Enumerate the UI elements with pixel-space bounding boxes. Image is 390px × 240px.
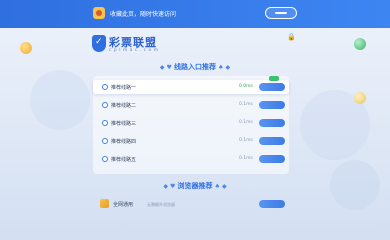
radio-icon[interactable]: [102, 120, 108, 126]
line-latency: 0.1ms: [239, 138, 253, 143]
shield-logo-icon: [92, 35, 106, 52]
radio-icon[interactable]: [102, 138, 108, 144]
radio-icon[interactable]: [102, 102, 108, 108]
enter-button[interactable]: [259, 137, 285, 145]
close-button[interactable]: [265, 7, 297, 19]
enter-button[interactable]: [259, 119, 285, 127]
radio-icon[interactable]: [102, 156, 108, 162]
logo-domain: c p l m a c . c o m: [109, 48, 159, 53]
decor-ball-icon: [20, 42, 32, 54]
app-icon: [93, 7, 105, 19]
decor-ball-icon: [354, 38, 366, 50]
line-latency: 0.1ms: [239, 120, 253, 125]
enter-button[interactable]: [259, 83, 285, 91]
browser-desc: 无需额外浏览器: [147, 201, 175, 207]
decor-ball-icon: [354, 92, 366, 104]
line-label: 推荐线路五: [111, 157, 137, 163]
site-logo: 彩票联盟 c p l m a c . c o m: [92, 33, 164, 57]
enter-button[interactable]: [259, 101, 285, 109]
line-latency: 0.0ms: [239, 84, 253, 89]
enter-button[interactable]: [259, 155, 285, 163]
radio-icon[interactable]: [102, 84, 108, 90]
browser-row[interactable]: 全网通用 无需额外浏览器: [93, 197, 289, 211]
line-label: 推荐线路二: [111, 103, 137, 109]
line-row-2[interactable]: 推荐线路二 0.1ms: [93, 98, 289, 112]
download-button[interactable]: [259, 200, 285, 208]
browser-icon: [100, 199, 109, 208]
bg-blob: [30, 70, 90, 130]
browser-section-title: ◆ ♥ 浏览器推荐 ♠ ◆: [163, 182, 227, 190]
line-row-4[interactable]: 推荐线路四 0.1ms: [93, 134, 289, 148]
bookmark-tip: 收藏此页，随时快速访问: [110, 11, 177, 18]
line-label: 推荐线路三: [111, 121, 137, 127]
line-latency: 0.1ms: [239, 156, 253, 161]
top-bar: 收藏此页，随时快速访问: [0, 0, 390, 28]
line-row-5[interactable]: 推荐线路五 0.1ms: [93, 152, 289, 166]
lock-icon: 🔒: [287, 33, 296, 41]
recommend-badge: [269, 76, 279, 81]
browser-name: 全网通用: [113, 202, 134, 208]
line-label: 推荐线路四: [111, 139, 137, 145]
line-row-1[interactable]: 推荐线路一 0.0ms: [93, 76, 289, 94]
line-row-3[interactable]: 推荐线路三 0.1ms: [93, 116, 289, 130]
line-label: 推荐线路一: [111, 85, 137, 91]
lines-section-title: ◆ ♥ 线路入口推荐 ♠ ◆: [159, 63, 231, 71]
line-latency: 0.1ms: [239, 102, 253, 107]
